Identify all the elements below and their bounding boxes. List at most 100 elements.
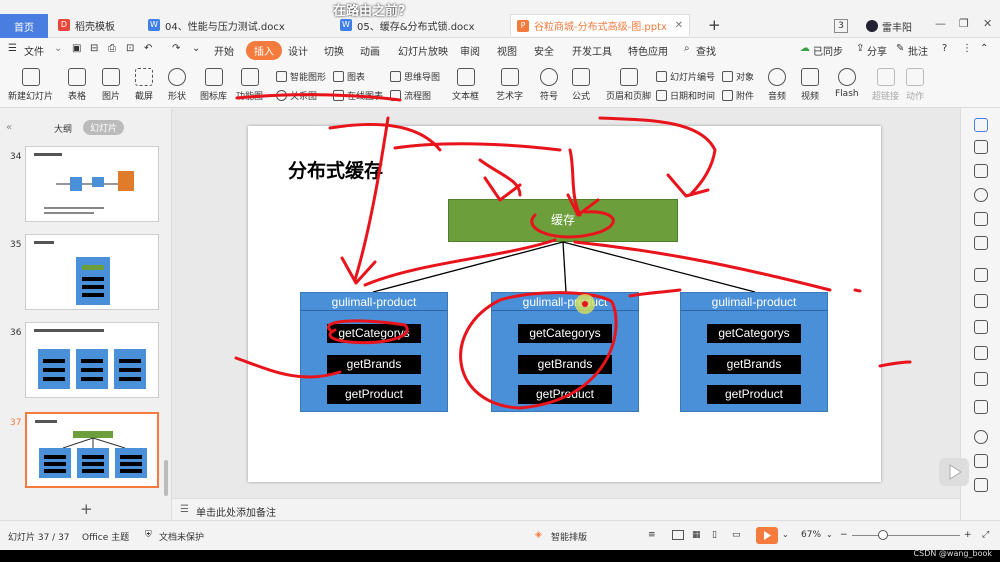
date-time-button[interactable]: 日期和时间 (656, 89, 715, 102)
new-slide-button[interactable]: 新建幻灯片 (8, 68, 53, 102)
more-icon[interactable]: ⋮ (962, 43, 972, 54)
hamburger-icon[interactable]: ☰ (8, 43, 17, 54)
icon-library-button[interactable]: 图标库 (200, 68, 227, 102)
method-get-categorys[interactable]: getCategorys (518, 324, 612, 343)
menu-developer[interactable]: 开发工具 (572, 43, 612, 58)
menu-animation[interactable]: 动画 (360, 43, 380, 58)
tab-doc-04[interactable]: W 04、性能与压力测试.docx (142, 14, 332, 36)
menu-share[interactable]: 分享 (867, 43, 887, 58)
action-button[interactable]: 动作 (906, 68, 924, 102)
slide-canvas[interactable]: 分布式缓存 缓存 gulimall-product getCategorys g… (248, 126, 881, 482)
slide-thumbnail-37[interactable] (25, 412, 159, 488)
menu-sync[interactable]: 已同步 (813, 43, 843, 58)
hyperlink-button[interactable]: 超链接 (872, 68, 899, 102)
chevron-down-icon[interactable]: ⌄ (782, 530, 789, 539)
new-tab-button[interactable]: + (702, 14, 721, 36)
method-get-categorys[interactable]: getCategorys (707, 324, 801, 343)
save-icon[interactable]: ▣ (72, 43, 81, 54)
panel-scrollbar[interactable] (164, 460, 168, 496)
slide-thumbnail-34[interactable] (25, 146, 159, 222)
collapse-ribbon-icon[interactable]: ⌃ (980, 43, 988, 54)
protection-status[interactable]: 文档未保护 (159, 530, 204, 543)
relation-button[interactable]: 关系图 (276, 89, 317, 102)
reading-view-icon[interactable]: ▯ (712, 530, 717, 540)
speaker-icon[interactable] (974, 430, 988, 444)
fit-window-icon[interactable]: ⤢ (982, 530, 989, 540)
attachment-button[interactable]: 附件 (722, 89, 754, 102)
tab-home[interactable]: 首页 (0, 14, 48, 38)
flowchart-button[interactable]: 流程图 (390, 89, 431, 102)
more-chevron-icon[interactable]: ⌄ (192, 43, 200, 54)
tab-pptx[interactable]: P 谷粒商城-分布式高级-图.pptx ✕ (510, 14, 690, 36)
menu-insert[interactable]: 插入 (246, 41, 282, 60)
redo-icon[interactable]: ↷ (172, 43, 180, 54)
table-button[interactable]: 表格 (68, 68, 86, 102)
shape-button[interactable]: 形状 (168, 68, 186, 102)
zoom-slider[interactable] (852, 535, 960, 536)
print-icon[interactable]: ⎙ (108, 43, 116, 54)
method-get-product[interactable]: getProduct (518, 385, 612, 404)
menu-start[interactable]: 开始 (214, 43, 234, 58)
normal-view-icon[interactable] (672, 530, 684, 540)
grid-view-icon[interactable]: ▦ (692, 530, 701, 540)
slide-thumbnail-36[interactable] (25, 322, 159, 398)
textbox-button[interactable]: 文本框 (452, 68, 479, 102)
preview-icon[interactable]: ⊡ (126, 43, 134, 54)
undo-icon[interactable]: ↶ (144, 43, 152, 54)
wordart-button[interactable]: 艺术字 (496, 68, 523, 102)
product-service-box[interactable]: gulimall-product getCategorys getBrands … (680, 292, 828, 412)
flash-button[interactable]: Flash (835, 68, 859, 99)
play-slideshow-button[interactable] (756, 527, 778, 544)
side-toolbar-icon[interactable] (974, 268, 988, 282)
method-get-product[interactable]: getProduct (327, 385, 421, 404)
chevron-down-icon[interactable]: ⌄ (826, 530, 833, 539)
menu-review[interactable]: 审阅 (460, 43, 480, 58)
menu-design[interactable]: 设计 (288, 43, 308, 58)
symbol-button[interactable]: 符号 (540, 68, 558, 102)
chart-button[interactable]: 图表 (333, 70, 365, 83)
side-toolbar-icon[interactable] (974, 320, 988, 334)
side-toolbar-icon[interactable] (974, 140, 988, 154)
video-play-overlay[interactable] (939, 458, 969, 486)
menu-view[interactable]: 视图 (497, 43, 517, 58)
method-get-product[interactable]: getProduct (707, 385, 801, 404)
menu-file[interactable]: 文件 (24, 43, 44, 58)
collapse-panel-icon[interactable]: « (6, 122, 12, 133)
header-footer-button[interactable]: 页眉和页脚 (606, 68, 651, 102)
tab-slides[interactable]: 幻灯片 (83, 120, 125, 135)
restore-icon[interactable]: ❐ (959, 17, 969, 30)
tab-docer[interactable]: D 稻壳模板 (52, 14, 136, 36)
method-get-brands[interactable]: getBrands (327, 355, 421, 374)
side-toolbar-icon[interactable] (974, 188, 988, 202)
add-slide-button[interactable]: + (80, 500, 93, 518)
menu-comment[interactable]: 批注 (908, 43, 928, 58)
export-icon[interactable]: ⊟ (90, 43, 98, 54)
close-icon[interactable]: ✕ (675, 20, 683, 31)
zoom-out-icon[interactable]: − (840, 530, 848, 540)
chevron-down-icon[interactable]: ⌄ (54, 43, 62, 54)
object-button[interactable]: 对象 (722, 70, 754, 83)
slide-thumbnail-35[interactable] (25, 234, 159, 310)
help-icon[interactable]: ? (942, 43, 947, 54)
product-service-box[interactable]: gulimall-product getCategorys getBrands … (491, 292, 639, 412)
smart-layout-button[interactable]: 智能排版 (551, 530, 587, 543)
method-get-brands[interactable]: getBrands (707, 355, 801, 374)
side-toolbar-icon[interactable] (974, 478, 988, 492)
tab-outline[interactable]: 大纲 (54, 122, 72, 135)
minimize-icon[interactable]: — (935, 17, 946, 30)
product-service-box[interactable]: gulimall-product getCategorys getBrands … (300, 292, 448, 412)
notes-bar[interactable]: ☰ 单击此处添加备注 (172, 498, 960, 520)
screenshot-button[interactable]: 截屏 (135, 68, 153, 102)
theme-name[interactable]: Office 主题 (82, 530, 129, 543)
zoom-level[interactable]: 67% (801, 530, 821, 540)
audio-button[interactable]: 音频 (768, 68, 786, 102)
comments-toggle-icon[interactable]: ≡ (648, 530, 656, 540)
video-button[interactable]: 视频 (801, 68, 819, 102)
side-toolbar-icon[interactable] (974, 164, 988, 178)
slide-number-button[interactable]: 幻灯片编号 (656, 70, 715, 83)
side-toolbar-icon[interactable] (974, 294, 988, 308)
close-window-icon[interactable]: ✕ (983, 17, 992, 30)
side-toolbar-icon[interactable] (974, 400, 988, 414)
menu-search[interactable]: 查找 (696, 43, 716, 58)
present-view-icon[interactable]: ▭ (732, 530, 741, 540)
